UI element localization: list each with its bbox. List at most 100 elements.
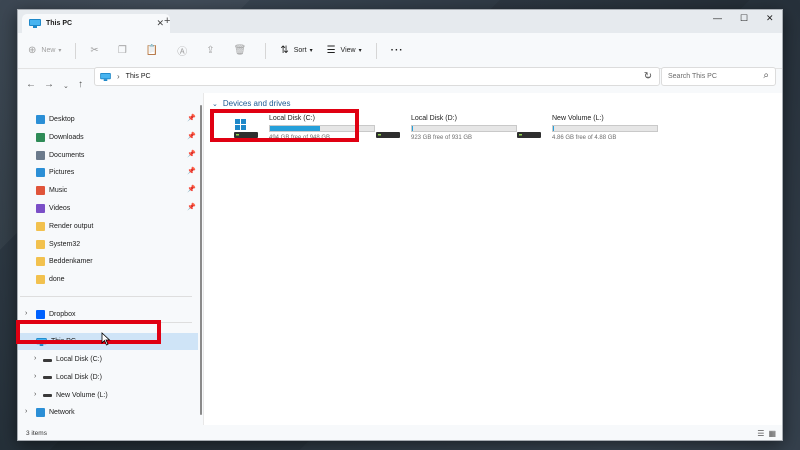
rename-icon: Ⓐ xyxy=(177,47,188,58)
chevron-right-icon[interactable]: › xyxy=(34,373,36,380)
section-title: Devices and drives xyxy=(222,99,291,108)
refresh-button[interactable]: ↻ xyxy=(640,67,656,86)
sidebar-item-label: Beddenkamer xyxy=(49,258,93,266)
view-toggles: ☰ ▦ xyxy=(757,429,776,438)
search-icon: ⌕ xyxy=(763,70,769,81)
view-button[interactable]: ☰ View ▾ xyxy=(327,45,362,56)
sidebar-item-pictures[interactable]: Pictures 📌 xyxy=(18,164,198,181)
drive-free-space: 923 GB free of 931 GB xyxy=(411,135,473,141)
sidebar-item-label: Dropbox xyxy=(49,311,76,318)
chevron-right-icon[interactable]: › xyxy=(34,391,36,398)
chevron-down-icon: ▾ xyxy=(309,48,313,54)
chevron-right-icon[interactable]: › xyxy=(25,310,27,317)
breadcrumb[interactable]: This PC xyxy=(126,73,151,80)
sidebar-item-label: Videos xyxy=(49,205,71,212)
drive-name: Local Disk (D:) xyxy=(411,115,457,122)
section-header-devices[interactable]: ⌄ Devices and drives xyxy=(212,99,290,108)
pin-icon[interactable]: 📌 xyxy=(187,150,196,158)
folder-icon xyxy=(36,257,45,267)
address-bar[interactable]: › This PC ⌄ xyxy=(94,67,660,86)
paste-icon: 📋 xyxy=(145,45,159,56)
share-button[interactable]: ⇪ xyxy=(206,45,219,56)
sidebar-item-label: Downloads xyxy=(49,133,84,141)
recent-locations-icon[interactable]: ⌄ xyxy=(63,81,69,92)
item-count: 3 items xyxy=(26,430,47,437)
sidebar-item-done[interactable]: done xyxy=(18,271,198,288)
pin-icon[interactable]: 📌 xyxy=(187,132,196,140)
sort-button[interactable]: ⇅ Sort ▾ xyxy=(280,45,312,56)
sidebar-item-label: Pictures xyxy=(49,169,75,177)
forward-arrow-icon[interactable]: → xyxy=(44,79,54,90)
sidebar-item-documents[interactable]: Documents 📌 xyxy=(18,147,198,164)
sidebar-item-music[interactable]: Music 📌 xyxy=(18,182,198,199)
delete-button[interactable]: 🗑 xyxy=(234,45,252,56)
sidebar-item-label: Local Disk (C:) xyxy=(56,356,102,363)
drive-tile[interactable]: Local Disk (D:) 923 GB free of 931 GB xyxy=(376,115,517,141)
highlight-box-this-pc xyxy=(16,320,161,344)
sidebar-item-videos[interactable]: Videos 📌 xyxy=(18,200,198,217)
tab-label: This PC xyxy=(46,20,73,27)
new-tab-button[interactable]: + xyxy=(164,15,170,27)
network-icon xyxy=(36,408,45,417)
sidebar-item-label: Network xyxy=(49,409,75,416)
sidebar-item-system32[interactable]: System32 xyxy=(18,236,198,253)
chevron-down-icon: ⌄ xyxy=(212,100,218,108)
drive-tile[interactable]: New Volume (L:) 4.86 GB free of 4.88 GB xyxy=(517,115,658,141)
sidebar-item-drive[interactable]: › Local Disk (C:) xyxy=(18,351,198,368)
back-arrow-icon[interactable]: ← xyxy=(26,79,36,90)
details-view-icon[interactable]: ☰ xyxy=(757,429,764,438)
share-icon: ⇪ xyxy=(206,45,215,56)
drive-icon xyxy=(43,394,52,398)
pin-icon[interactable]: 📌 xyxy=(187,114,196,122)
this-pc-icon xyxy=(100,72,111,81)
file-explorer-window: This PC ✕ + — ☐ ✕ ⊕ New ▾ ✂ ❐ 📋 Ⓐ ⇪ 🗑 ⇅ … xyxy=(17,9,783,441)
sidebar-item-downloads[interactable]: Downloads 📌 xyxy=(18,129,198,146)
nav-scrollbar-thumb[interactable] xyxy=(200,105,202,415)
cut-icon: ✂ xyxy=(90,45,99,56)
rename-button[interactable]: Ⓐ xyxy=(177,43,192,58)
pin-icon[interactable]: 📌 xyxy=(187,203,196,211)
tiles-view-icon[interactable]: ▦ xyxy=(768,429,776,438)
copy-button[interactable]: ❐ xyxy=(118,45,132,56)
maximize-icon[interactable]: ☐ xyxy=(740,13,748,24)
highlight-box-drive-c xyxy=(210,109,359,142)
nav-scrollbar[interactable] xyxy=(199,105,202,415)
folder-icon xyxy=(36,275,45,285)
drive-icon xyxy=(376,132,400,138)
chevron-right-icon[interactable]: › xyxy=(25,408,27,415)
close-tab-icon[interactable]: ✕ xyxy=(156,18,164,28)
minimize-icon[interactable]: — xyxy=(713,13,722,24)
sidebar-item-drive[interactable]: › New Volume (L:) xyxy=(18,387,198,404)
sidebar-item-label: done xyxy=(49,276,65,284)
new-button[interactable]: ⊕ New ▾ xyxy=(28,45,61,56)
sidebar-item-drive[interactable]: › Local Disk (D:) xyxy=(18,369,198,386)
close-window-icon[interactable]: ✕ xyxy=(766,13,774,24)
pin-icon[interactable]: 📌 xyxy=(187,185,196,193)
cut-button[interactable]: ✂ xyxy=(90,45,103,56)
copy-icon: ❐ xyxy=(117,45,127,56)
chevron-down-icon: ▾ xyxy=(358,48,362,54)
sidebar-item-beddenkamer[interactable]: Beddenkamer xyxy=(18,253,198,270)
download-icon xyxy=(36,132,45,142)
paste-button[interactable]: 📋 xyxy=(146,45,163,56)
sidebar-item-render-output[interactable]: Render output xyxy=(18,218,198,235)
up-arrow-icon[interactable]: ↑ xyxy=(78,79,83,90)
sidebar-item-desktop[interactable]: Desktop 📌 xyxy=(18,111,198,128)
more-options-button[interactable]: ··· xyxy=(391,45,404,56)
content-pane: ⌄ Devices and drives Local Disk (C:) 494 … xyxy=(204,93,782,425)
music-icon xyxy=(36,186,45,196)
trash-icon: 🗑 xyxy=(233,45,247,56)
folder-icon xyxy=(36,221,45,231)
pin-icon[interactable]: 📌 xyxy=(187,167,196,175)
search-input[interactable]: Search This PC ⌕ xyxy=(661,67,776,86)
view-icon: ☰ xyxy=(326,45,336,56)
drive-name: New Volume (L:) xyxy=(552,115,604,122)
sidebar-item-label: Documents xyxy=(49,151,85,159)
dropbox-icon xyxy=(36,310,45,319)
tab-this-pc[interactable]: This PC ✕ xyxy=(22,14,170,33)
search-placeholder: Search This PC xyxy=(668,73,717,80)
sidebar-item-network[interactable]: › Network xyxy=(18,404,198,421)
drive-icon xyxy=(43,358,52,362)
chevron-right-icon[interactable]: › xyxy=(34,355,36,362)
new-label: New xyxy=(41,47,56,54)
